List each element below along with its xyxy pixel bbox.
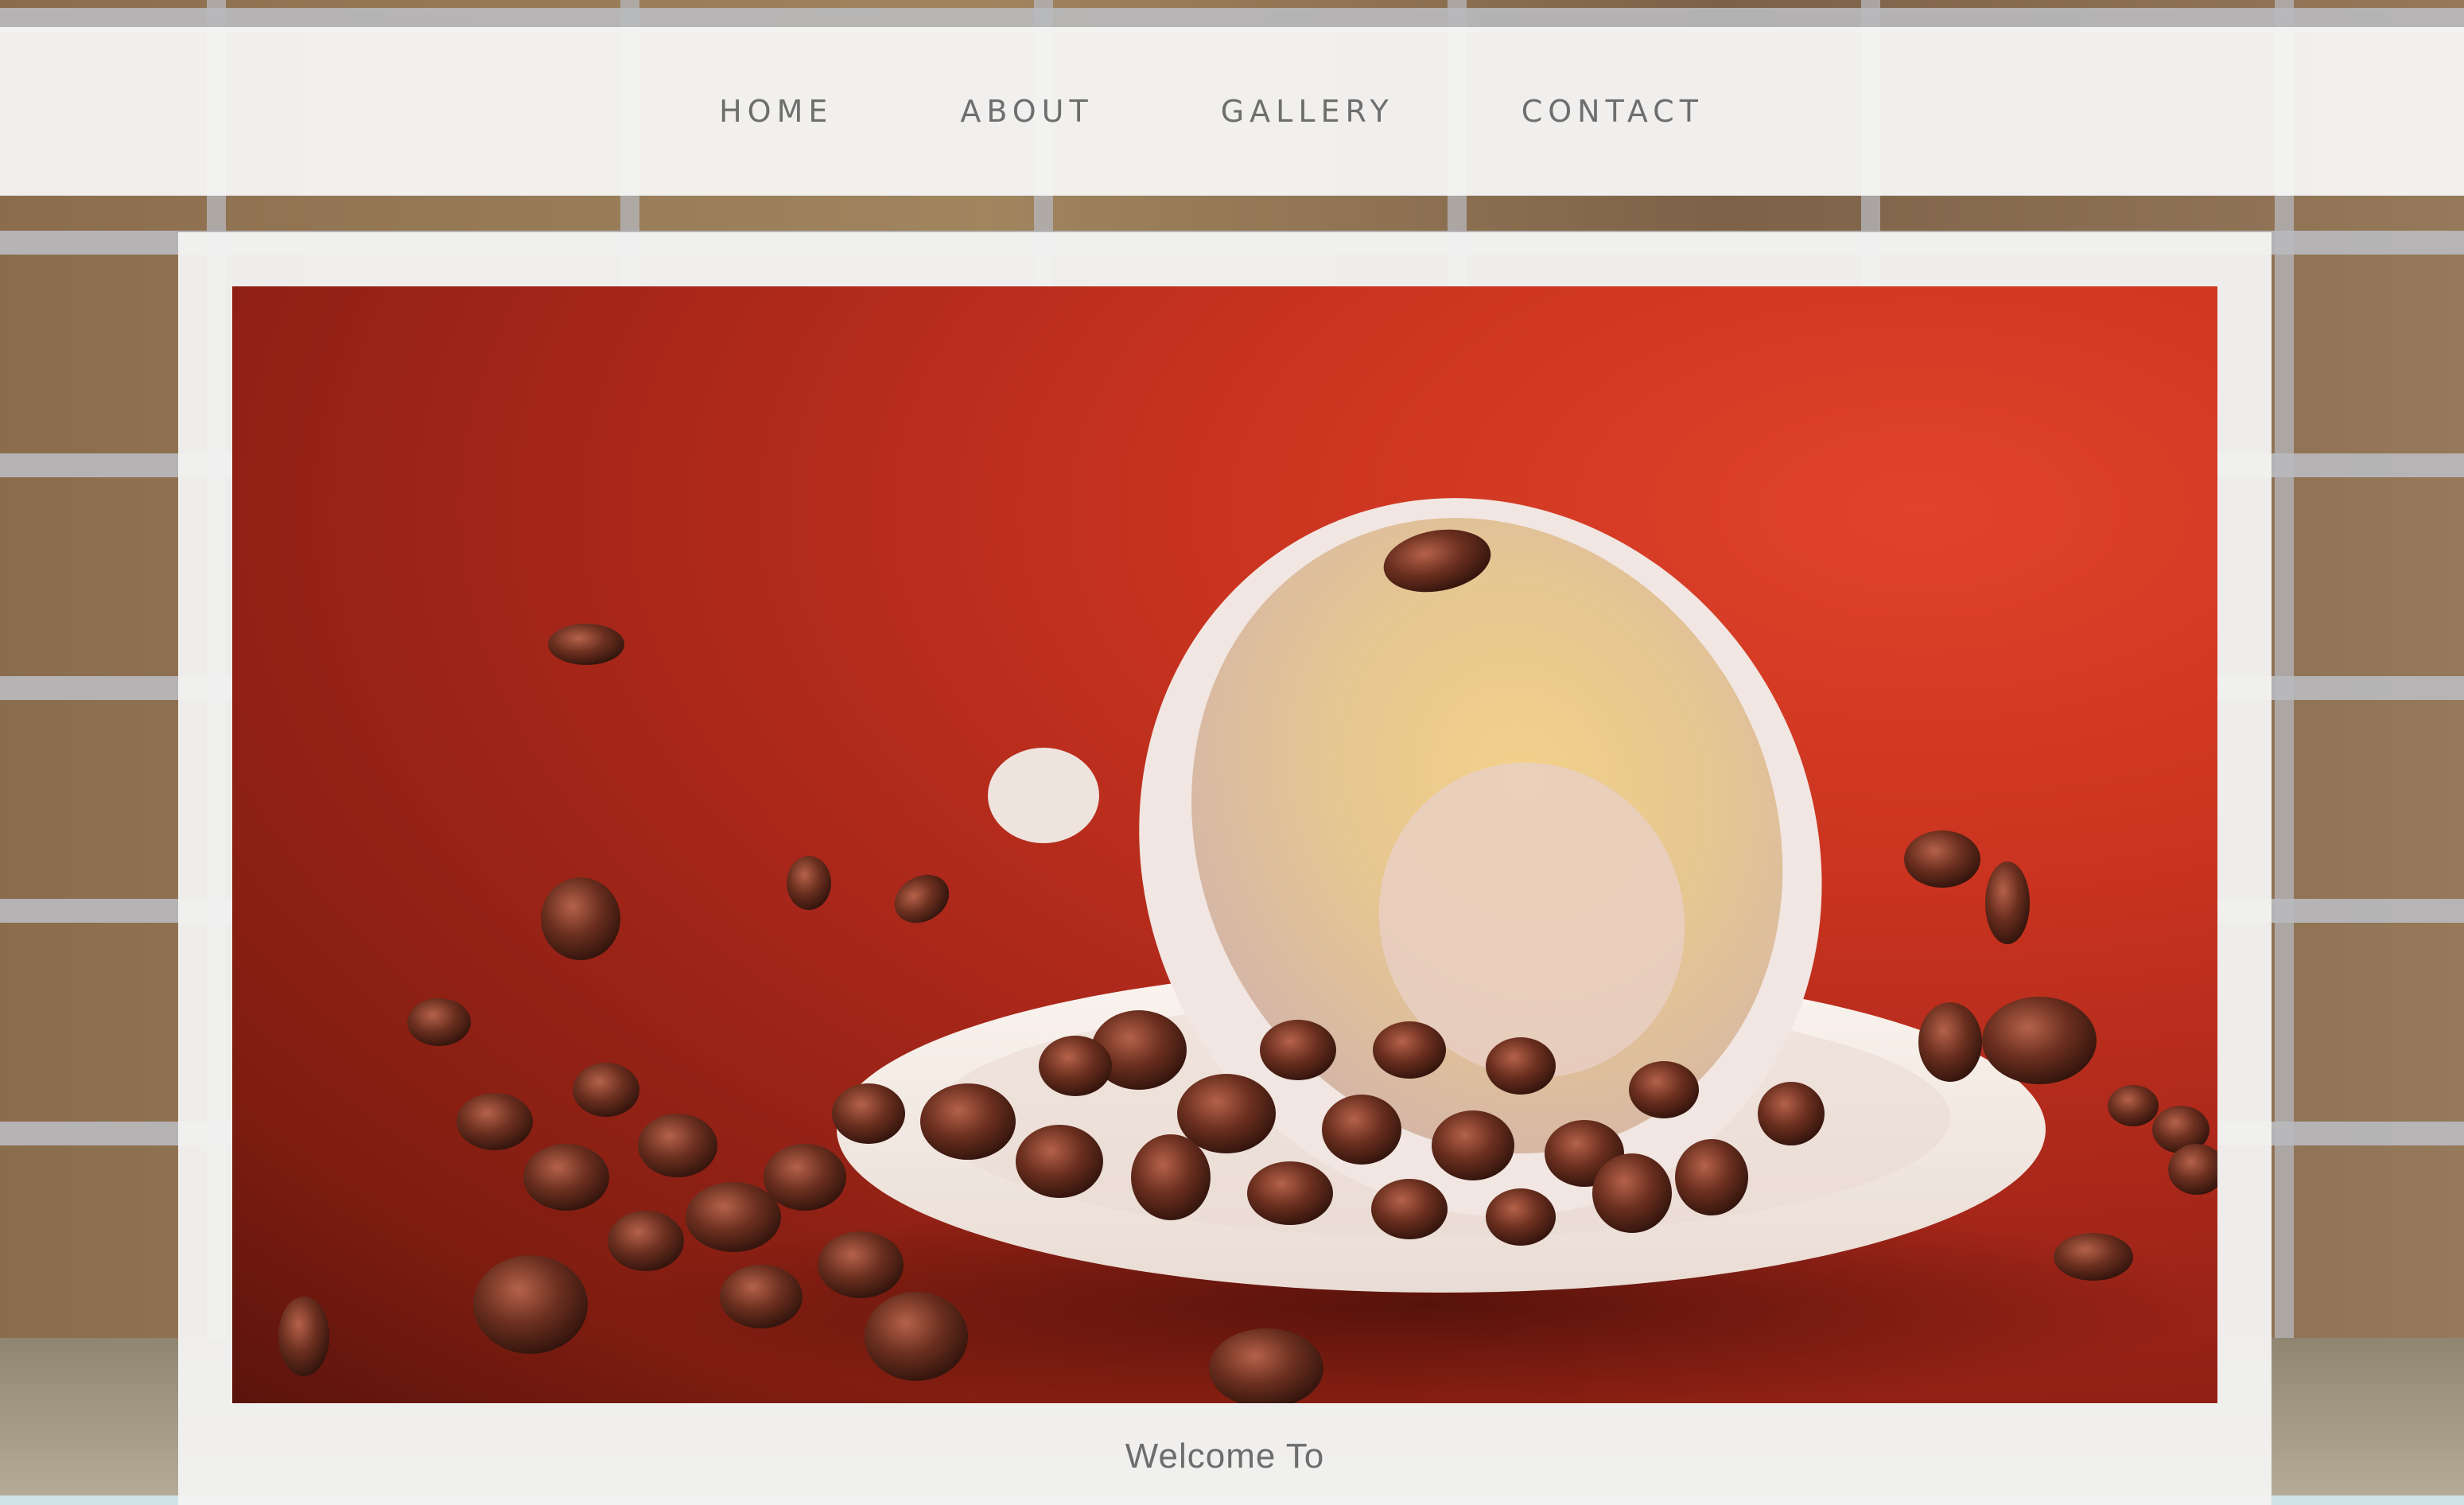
nav-item-home[interactable]: HOME	[719, 94, 833, 129]
nav-item-about[interactable]: ABOUT	[960, 94, 1093, 129]
nav-item-contact[interactable]: CONTACT	[1522, 94, 1704, 129]
nav-item-gallery[interactable]: GALLERY	[1221, 94, 1394, 129]
main-content-panel: Welcome To	[178, 232, 2272, 1505]
top-navigation-bar: HOME ABOUT GALLERY CONTACT	[0, 27, 2464, 196]
coffee-cup-illustration	[278, 498, 2217, 1403]
hero-image	[232, 286, 2217, 1403]
welcome-heading: Welcome To	[1125, 1437, 1325, 1476]
nav-menu: HOME ABOUT GALLERY CONTACT	[719, 94, 1704, 129]
